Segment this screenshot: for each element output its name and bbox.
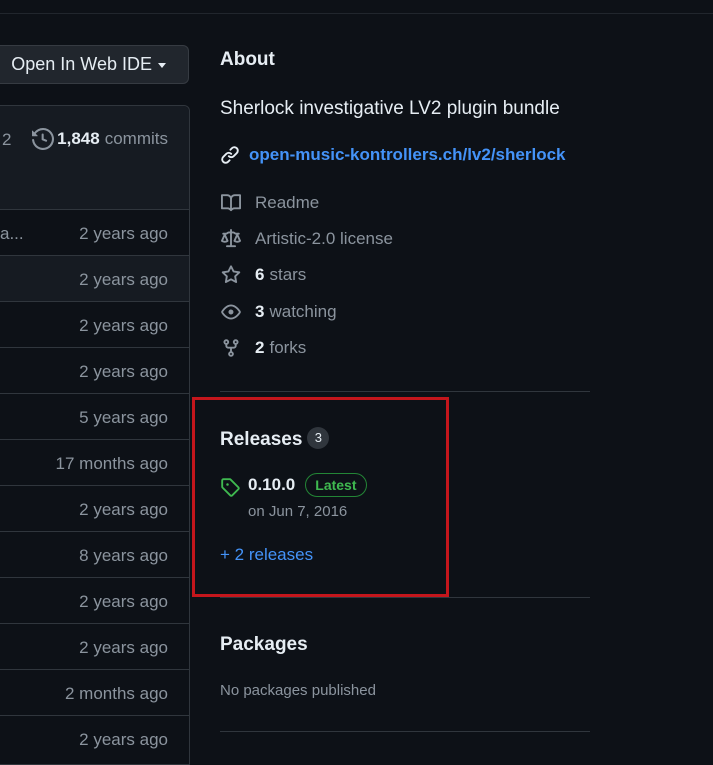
table-row[interactable]: 2 months ago [0,669,189,715]
commit-age: 2 years ago [79,270,168,289]
commit-count: 1,848 [57,129,100,148]
homepage-link-text: open-music-kontrollers.ch/lv2/sherlock [249,145,566,164]
table-row[interactable]: 17 months ago [0,439,189,485]
table-row[interactable]: 2 years ago [0,715,189,761]
license-label: Artistic-2.0 license [255,229,393,248]
about-divider [220,391,590,392]
forks-count: 2 [255,338,265,357]
table-row[interactable]: a... 2 years ago [0,209,189,255]
commit-age: 2 years ago [79,500,168,519]
commit-age: 2 years ago [79,592,168,611]
releases-highlight-box [192,397,449,597]
releases-divider [220,597,590,598]
about-heading: About [220,49,275,70]
open-web-ide-label: Open In Web IDE [11,54,152,74]
file-list-header: 2 1,848 commits [0,106,189,210]
commits-link[interactable]: 1,848 commits [32,128,168,150]
table-row[interactable]: 2 years ago [0,301,189,347]
stars-link[interactable]: 6 stars [220,265,306,285]
history-icon [32,128,55,150]
table-row[interactable]: 2 years ago [0,347,189,393]
fork-icon [220,338,242,358]
top-divider [0,13,713,14]
table-row[interactable]: 2 years ago [0,577,189,623]
table-row[interactable]: 2 years ago [0,485,189,531]
link-icon [221,146,239,164]
packages-heading[interactable]: Packages [220,634,308,656]
watchers-link[interactable]: 3 watching [220,302,337,322]
star-icon [220,265,242,285]
table-row[interactable]: 2 years ago [0,255,189,301]
commit-age: 2 years ago [79,730,168,749]
commit-age: 2 years ago [79,316,168,335]
commit-age: 2 years ago [79,638,168,657]
commit-age: 2 months ago [64,684,168,703]
open-web-ide-button[interactable]: Open In Web IDE [0,45,189,84]
commit-age: 5 years ago [79,408,168,427]
commit-message-truncated: a... [0,224,24,243]
forks-link[interactable]: 2 forks [220,338,306,358]
commit-age: 17 months ago [55,454,168,473]
readme-label: Readme [255,193,320,212]
forks-label: forks [269,338,307,357]
no-packages-text: No packages published [220,682,376,699]
stars-label: stars [269,265,307,284]
commit-age: 2 years ago [79,224,168,243]
packages-divider [220,731,590,732]
license-link[interactable]: Artistic-2.0 license [220,229,393,249]
table-row[interactable]: 5 years ago [0,393,189,439]
watching-count: 3 [255,302,265,321]
header-partial-text: 2 [2,130,12,149]
readme-link[interactable]: Readme [220,193,319,213]
repo-description: Sherlock investigative LV2 plugin bundle [220,98,560,119]
commit-word: commits [104,129,168,148]
stars-count: 6 [255,265,265,284]
commit-age: 2 years ago [79,362,168,381]
table-row[interactable]: 2 years ago [0,623,189,669]
eye-icon [220,302,242,322]
watching-label: watching [269,302,337,321]
law-icon [220,229,242,249]
chevron-down-icon [158,63,166,68]
table-row[interactable]: 8 years ago [0,531,189,577]
homepage-link[interactable]: open-music-kontrollers.ch/lv2/sherlock [220,145,565,165]
book-icon [220,193,242,213]
commit-age: 8 years ago [79,546,168,565]
